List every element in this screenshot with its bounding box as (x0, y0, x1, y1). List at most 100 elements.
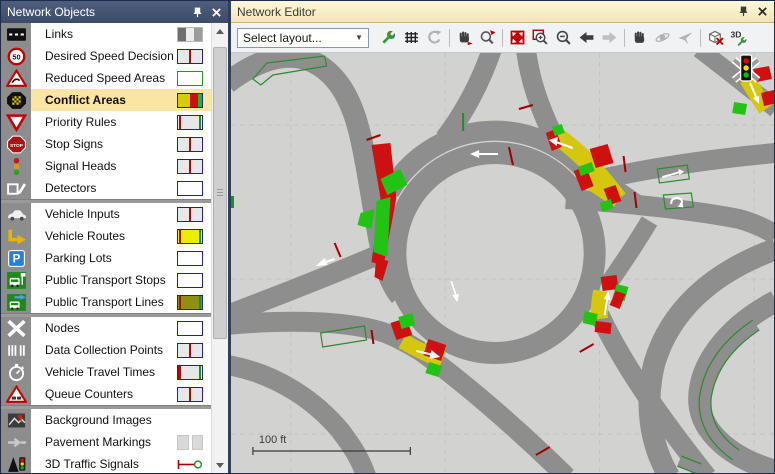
list-item-label: Nodes (31, 321, 177, 335)
list-item-label: Vehicle Inputs (31, 207, 177, 221)
detectors-icon (1, 177, 31, 199)
list-item-links[interactable]: Links (1, 23, 211, 45)
list-item-label: Vehicle Routes (31, 229, 177, 243)
svg-text:STOP: STOP (9, 142, 23, 148)
toolbar-separator (624, 29, 625, 47)
list-item-label: Conflict Areas (31, 93, 177, 107)
style-swatch (177, 137, 203, 152)
app-window: Network Objects Links 50 Desired Speed Dec… (0, 0, 775, 474)
style-swatch (177, 181, 203, 196)
queue-counters-icon (1, 383, 31, 405)
list-item-label: Queue Counters (31, 387, 177, 401)
list-item-background-images[interactable]: Background Images (1, 409, 211, 431)
toolbar-separator (502, 29, 503, 47)
pan-hand-icon[interactable] (628, 26, 651, 49)
pin-icon[interactable] (738, 6, 749, 17)
style-swatch (177, 387, 203, 402)
3d-mode-wrench-icon[interactable]: 3D (727, 26, 750, 49)
list-item-vehicle-inputs[interactable]: Vehicle Inputs (1, 203, 211, 225)
svg-text:50: 50 (12, 52, 20, 61)
list-item-label: Stop Signs (31, 137, 177, 151)
view-forward-arrow-icon[interactable] (598, 26, 621, 49)
edit-graphics-grid-icon[interactable] (400, 26, 423, 49)
list-item-label: Priority Rules (31, 115, 177, 129)
close-icon[interactable] (757, 6, 768, 17)
chevron-down-icon: ▼ (355, 33, 363, 42)
close-icon[interactable] (211, 7, 222, 18)
style-swatch (177, 457, 203, 472)
list-item-label: 3D Traffic Signals (31, 457, 177, 471)
list-item-pavement-markings[interactable]: Pavement Markings (1, 431, 211, 453)
vehicle-routes-icon (1, 225, 31, 247)
list-item-vehicle-routes[interactable]: Vehicle Routes (1, 225, 211, 247)
list-item-priority-rules[interactable]: Priority Rules (1, 111, 211, 133)
network-objects-title: Network Objects (7, 5, 192, 19)
svg-text:P: P (12, 253, 20, 265)
list-item-label: Vehicle Travel Times (31, 365, 177, 379)
zoom-out-icon[interactable] (552, 26, 575, 49)
list-item-3d-traffic-signals[interactable]: 3D Traffic Signals (1, 453, 211, 473)
signal-heads-icon (1, 155, 31, 177)
toggle-3d-models-icon[interactable] (704, 26, 727, 49)
network-objects-titlebar: Network Objects (1, 1, 228, 23)
reduced-speed-icon (1, 67, 31, 89)
list-item-public-transport-lines[interactable]: Public Transport Lines (1, 291, 211, 313)
editor-toolbar: Select layout... ▼ 3D (231, 23, 774, 53)
pin-icon[interactable] (192, 7, 203, 18)
list-item-desired-speed-decision[interactable]: 50 Desired Speed Decision (1, 45, 211, 67)
style-swatch (177, 71, 203, 86)
vertical-scrollbar[interactable] (211, 23, 228, 473)
network-editor-canvas[interactable]: 100 ft (231, 53, 774, 473)
pan-with-objects-hand-icon[interactable] (453, 26, 476, 49)
style-swatch (177, 207, 203, 222)
list-item-queue-counters[interactable]: Queue Counters (1, 383, 211, 405)
list-item-nodes[interactable]: Nodes (1, 317, 211, 339)
zoom-window-icon[interactable] (529, 26, 552, 49)
pt-lines-icon (1, 291, 31, 313)
list-item-detectors[interactable]: Detectors (1, 177, 211, 199)
scroll-down-button[interactable] (212, 457, 228, 473)
view-back-arrow-icon[interactable] (575, 26, 598, 49)
flight-mode-plane-icon[interactable] (674, 26, 697, 49)
conflict-icon (1, 89, 31, 111)
scroll-thumb[interactable] (213, 47, 227, 339)
network-map[interactable]: 100 ft (231, 53, 774, 473)
style-swatch (177, 49, 203, 64)
layout-selector[interactable]: Select layout... ▼ (237, 28, 369, 48)
network-editor-title: Network Editor (237, 5, 738, 19)
list-item-vehicle-travel-times[interactable]: Vehicle Travel Times (1, 361, 211, 383)
pt-stops-icon (1, 269, 31, 291)
list-item-label: Public Transport Stops (31, 273, 177, 287)
style-swatch (177, 365, 203, 380)
zoom-pointer-icon[interactable] (476, 26, 499, 49)
network-settings-wrench-icon[interactable] (377, 26, 400, 49)
list-item-stop-signs[interactable]: STOP Stop Signs (1, 133, 211, 155)
traffic-signals-3d-icon (1, 453, 31, 473)
zoom-fit-icon[interactable] (506, 26, 529, 49)
list-item-reduced-speed-areas[interactable]: Reduced Speed Areas (1, 67, 211, 89)
priority-icon (1, 111, 31, 133)
style-swatch (177, 27, 203, 42)
toolbar-separator (700, 29, 701, 47)
list-item-data-collection-points[interactable]: Data Collection Points (1, 339, 211, 361)
list-item-label: Desired Speed Decision (31, 49, 177, 63)
list-item-label: Background Images (31, 413, 177, 427)
list-item-parking-lots[interactable]: PParking Lots (1, 247, 211, 269)
network-editor-panel: Network Editor Select layout... ▼ (231, 1, 774, 473)
list-item-public-transport-stops[interactable]: Public Transport Stops (1, 269, 211, 291)
links-icon (1, 23, 31, 45)
stop-icon: STOP (1, 133, 31, 155)
scroll-up-button[interactable] (212, 23, 228, 39)
layout-selector-value: Select layout... (243, 31, 322, 45)
network-objects-panel: Network Objects Links 50 Desired Speed Dec… (1, 1, 228, 473)
data-collection-icon (1, 339, 31, 361)
list-item-signal-heads[interactable]: Signal Heads (1, 155, 211, 177)
style-swatch (177, 159, 203, 174)
list-item-conflict-areas[interactable]: Conflict Areas (1, 89, 211, 111)
rotate-network-icon[interactable] (423, 26, 446, 49)
vehicle-inputs-icon (1, 203, 31, 225)
list-item-label: Public Transport Lines (31, 295, 177, 309)
background-images-icon (1, 409, 31, 431)
style-swatch (177, 115, 203, 130)
orbit-3d-icon[interactable] (651, 26, 674, 49)
